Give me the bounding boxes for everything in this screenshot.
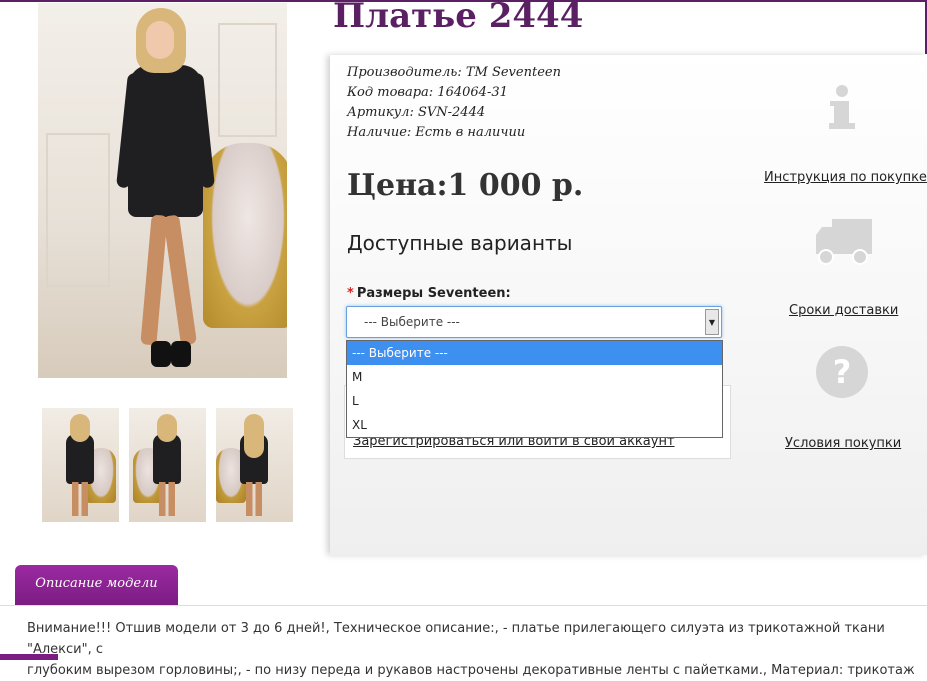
info-icon[interactable]: [825, 83, 859, 133]
thumbnail-hair: [244, 414, 264, 458]
model-figure-leg: [140, 214, 168, 346]
manufacturer-text: Производитель: ТМ Seventeen: [347, 65, 561, 80]
model-figure-leg: [163, 214, 197, 346]
availability-text: Наличие: Есть в наличии: [347, 125, 526, 140]
purchase-terms-link[interactable]: Условия покупки: [785, 436, 901, 451]
size-option[interactable]: M: [347, 365, 722, 389]
description-line: глубоким вырезом горловины;, - по низу п…: [27, 663, 915, 678]
purchase-instruction-link[interactable]: Инструкция по покупке: [764, 170, 927, 185]
thumbnail-hair: [70, 414, 90, 442]
required-mark: *: [347, 286, 354, 301]
thumbnail-legs: [72, 482, 88, 516]
thumbnail-legs: [246, 482, 262, 516]
sku-text: Артикул: SVN-2444: [347, 105, 486, 120]
armchair: [203, 143, 287, 328]
product-code-text: Код товара: 164064-31: [347, 85, 508, 100]
delivery-truck-icon[interactable]: [814, 217, 874, 267]
size-option[interactable]: XL: [347, 413, 722, 437]
main-product-photo[interactable]: [38, 3, 287, 378]
question-icon[interactable]: ?: [815, 345, 869, 399]
thumbnail-photo-1[interactable]: [42, 408, 119, 522]
bottom-tab-edge: [0, 654, 58, 660]
dropdown-arrow-icon[interactable]: ▼: [705, 309, 719, 335]
size-select[interactable]: --- Выберите --- ▼: [346, 306, 722, 338]
thumbnail-legs: [159, 482, 175, 516]
description-text: Внимание!!! Отшив модели от 3 до 6 дней!…: [27, 618, 917, 681]
tab-model-description[interactable]: Описание модели: [15, 565, 178, 606]
wall-panel: [218, 23, 277, 137]
product-info-panel: Производитель: ТМ Seventeen Код товара: …: [330, 55, 927, 555]
page-title: Платье 2444: [333, 0, 584, 36]
model-figure-face: [146, 21, 174, 59]
size-option[interactable]: L: [347, 389, 722, 413]
thumbnail-photo-3[interactable]: [216, 408, 293, 522]
description-divider: [0, 605, 927, 606]
size-label: * Размеры Seventeen:: [347, 286, 511, 301]
size-label-text: Размеры Seventeen:: [356, 286, 511, 301]
size-dropdown-list[interactable]: --- Выберите --- M L XL: [346, 340, 723, 438]
delivery-terms-link[interactable]: Сроки доставки: [789, 303, 898, 318]
size-option[interactable]: --- Выберите ---: [347, 341, 722, 365]
wall-panel: [46, 133, 110, 287]
size-select-value: --- Выберите ---: [364, 315, 460, 329]
thumbnail-photo-2[interactable]: [129, 408, 206, 522]
available-options-heading: Доступные варианты: [347, 231, 573, 255]
tab-model-description-label: Описание модели: [35, 576, 158, 591]
model-figure-shoe: [151, 341, 171, 367]
price: Цена:1 000 р.: [347, 168, 584, 203]
description-line: Внимание!!! Отшив модели от 3 до 6 дней!…: [27, 621, 885, 657]
model-figure-dress: [128, 65, 203, 217]
svg-text:?: ?: [833, 353, 852, 391]
model-figure-shoe: [171, 341, 191, 367]
thumbnail-hair: [157, 414, 177, 442]
